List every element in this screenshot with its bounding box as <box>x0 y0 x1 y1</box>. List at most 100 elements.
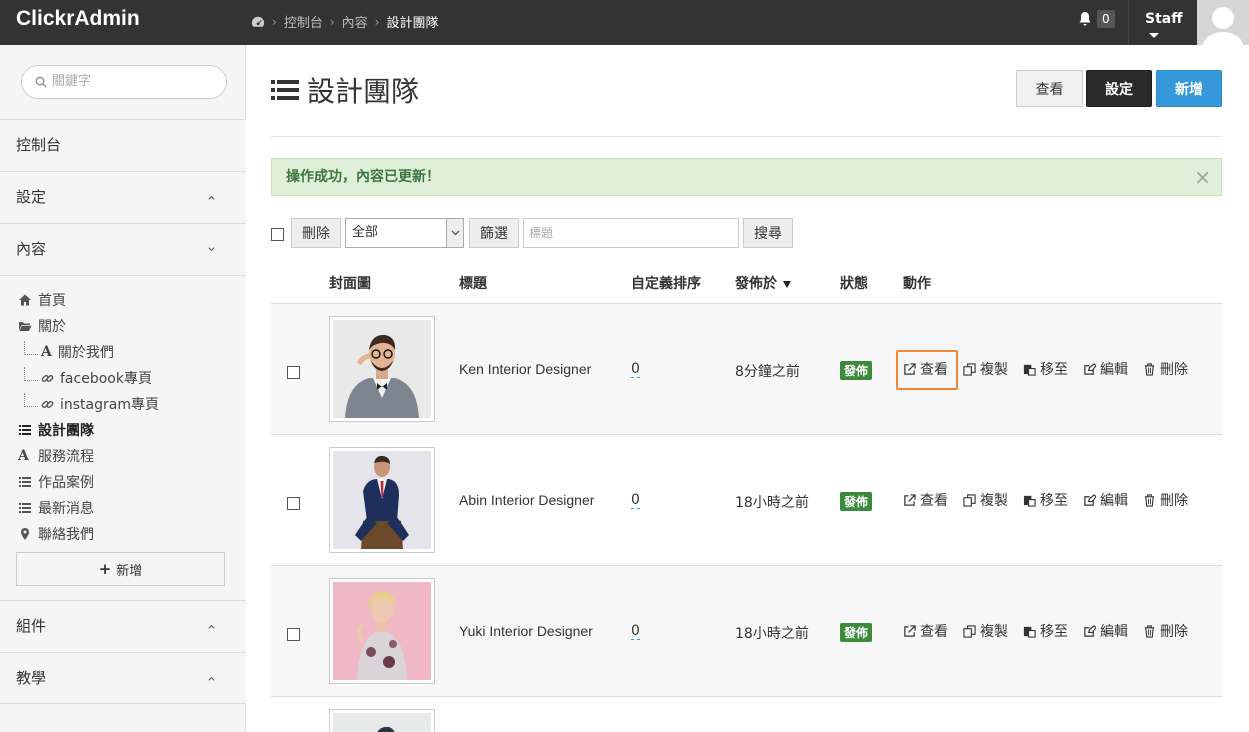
row-title[interactable]: Abin Interior Designer <box>459 492 594 508</box>
column-header-status[interactable]: 狀態 <box>840 273 868 293</box>
notifications-button[interactable]: 0 <box>1078 10 1115 28</box>
sidebar-item-about-us[interactable]: A 關於我們 <box>24 341 114 362</box>
copy-action[interactable]: 複製 <box>963 359 1008 379</box>
add-page-label: 新增 <box>116 563 143 579</box>
view-action[interactable]: 查看 <box>903 621 948 641</box>
published-time: 18小時之前 <box>735 626 809 642</box>
status-badge[interactable]: 發佈 <box>840 623 873 642</box>
table-row: Abin Interior Designer 0 18小時之前 發佈 查看 複製… <box>271 435 1222 566</box>
title-search-input[interactable]: 標題 <box>523 218 739 248</box>
status-badge[interactable]: 發佈 <box>840 492 873 511</box>
view-button[interactable]: 查看 <box>1016 70 1083 107</box>
cover-image[interactable] <box>329 316 435 422</box>
list-icon <box>19 503 31 513</box>
external-link-icon <box>904 362 916 375</box>
close-icon[interactable]: × <box>1194 159 1211 195</box>
select-all-checkbox[interactable] <box>271 228 284 241</box>
edit-action[interactable]: 編輯 <box>1083 621 1128 641</box>
sidebar-item-design-team[interactable]: 設計團隊 <box>18 420 94 440</box>
external-link-icon <box>904 493 916 506</box>
sidebar-item-facebook[interactable]: facebook專頁 <box>24 367 152 388</box>
cover-image[interactable] <box>329 709 435 732</box>
alert-message: 操作成功，內容已更新！ <box>286 169 440 185</box>
edit-icon <box>1084 493 1096 506</box>
row-checkbox[interactable] <box>287 628 300 641</box>
designer-photo <box>333 320 431 418</box>
sidebar-section-settings[interactable]: 設定 <box>0 171 246 223</box>
cover-image[interactable] <box>329 447 435 553</box>
edit-action[interactable]: 編輯 <box>1083 490 1128 510</box>
move-action[interactable]: 移至 <box>1023 490 1068 510</box>
settings-button[interactable]: 設定 <box>1086 70 1152 107</box>
divider <box>271 136 1222 137</box>
sidebar-item-instagram[interactable]: instagram專頁 <box>24 393 159 414</box>
chevron-up-icon <box>208 195 215 200</box>
add-page-button[interactable]: + 新增 <box>16 552 225 586</box>
breadcrumb-dashboard[interactable]: 控制台 <box>284 12 323 31</box>
bulk-delete-button[interactable]: 刪除 <box>291 218 341 248</box>
sort-desc-icon <box>783 280 791 288</box>
search-icon <box>35 76 47 88</box>
user-menu-label: Staff <box>1145 11 1183 27</box>
sidebar-item-service-flow[interactable]: A 服務流程 <box>18 446 94 466</box>
sidebar-item-home[interactable]: 首頁 <box>18 290 66 310</box>
sidebar-item-label: 服務流程 <box>38 449 94 465</box>
sidebar-section-tutorials[interactable]: 教學 <box>0 652 246 704</box>
row-checkbox[interactable] <box>287 497 300 510</box>
row-title[interactable]: Ken Interior Designer <box>459 361 591 377</box>
copy-action[interactable]: 複製 <box>963 490 1008 510</box>
sort-order-editable[interactable]: 0 <box>631 623 640 640</box>
column-header-order[interactable]: 自定義排序 <box>631 273 701 293</box>
new-button[interactable]: 新增 <box>1156 70 1222 107</box>
brand-logo[interactable]: ClickrAdmin <box>16 7 140 31</box>
font-icon: A <box>41 344 52 360</box>
delete-action[interactable]: 刪除 <box>1143 490 1188 510</box>
breadcrumb-content[interactable]: 內容 <box>342 12 368 31</box>
table-row <box>271 697 1222 732</box>
tree-connector <box>24 341 38 355</box>
cover-image[interactable] <box>329 578 435 684</box>
sidebar-item-label: 最新消息 <box>38 501 94 517</box>
view-action[interactable]: 查看 <box>903 359 948 379</box>
font-icon: A <box>18 448 29 464</box>
action-label: 刪除 <box>1160 493 1188 509</box>
edit-icon <box>1084 362 1096 375</box>
user-menu-dropdown[interactable]: Staff <box>1128 0 1196 45</box>
view-action[interactable]: 查看 <box>903 490 948 510</box>
row-title[interactable]: Yuki Interior Designer <box>459 623 593 639</box>
breadcrumb: › 控制台 › 內容 › 設計團隊 <box>251 12 438 31</box>
sidebar-section-content[interactable]: 內容 <box>0 223 246 275</box>
filter-button[interactable]: 篩選 <box>469 218 519 248</box>
move-action[interactable]: 移至 <box>1023 621 1068 641</box>
breadcrumb-separator: › <box>374 14 380 29</box>
sidebar-search-input[interactable]: 關鍵字 <box>21 65 227 99</box>
row-checkbox[interactable] <box>287 366 300 379</box>
copy-icon <box>963 624 976 638</box>
edit-action[interactable]: 編輯 <box>1083 359 1128 379</box>
content-nav-list: 首頁 關於 A 關於我們 facebook專頁 instagram專頁 設計團隊… <box>0 275 246 600</box>
table-row: Yuki Interior Designer 0 18小時之前 發佈 查看 複製… <box>271 566 1222 697</box>
column-header-published[interactable]: 發佈於 <box>735 273 791 293</box>
avatar[interactable] <box>1197 0 1249 45</box>
sidebar-item-dashboard[interactable]: 控制台 <box>0 119 246 171</box>
sidebar-item-news[interactable]: 最新消息 <box>18 498 94 518</box>
sort-order-editable[interactable]: 0 <box>631 492 640 509</box>
sidebar-item-about[interactable]: 關於 <box>18 316 66 336</box>
move-action[interactable]: 移至 <box>1023 359 1068 379</box>
action-label: 查看 <box>920 362 948 378</box>
search-button[interactable]: 搜尋 <box>743 218 793 248</box>
designer-photo <box>333 713 431 732</box>
paste-icon <box>1023 364 1036 376</box>
sort-order-editable[interactable]: 0 <box>631 361 640 378</box>
delete-action[interactable]: 刪除 <box>1143 621 1188 641</box>
status-filter-select[interactable]: 全部 <box>345 218 464 248</box>
copy-action[interactable]: 複製 <box>963 621 1008 641</box>
sidebar-item-contact[interactable]: 聯絡我們 <box>18 524 94 544</box>
sidebar-item-portfolio[interactable]: 作品案例 <box>18 472 94 492</box>
column-header-title[interactable]: 標題 <box>459 273 487 293</box>
copy-icon <box>963 362 976 376</box>
status-badge[interactable]: 發佈 <box>840 361 873 380</box>
delete-action[interactable]: 刪除 <box>1143 359 1188 379</box>
sidebar-section-components[interactable]: 組件 <box>0 600 246 652</box>
dashboard-icon[interactable] <box>251 15 265 29</box>
